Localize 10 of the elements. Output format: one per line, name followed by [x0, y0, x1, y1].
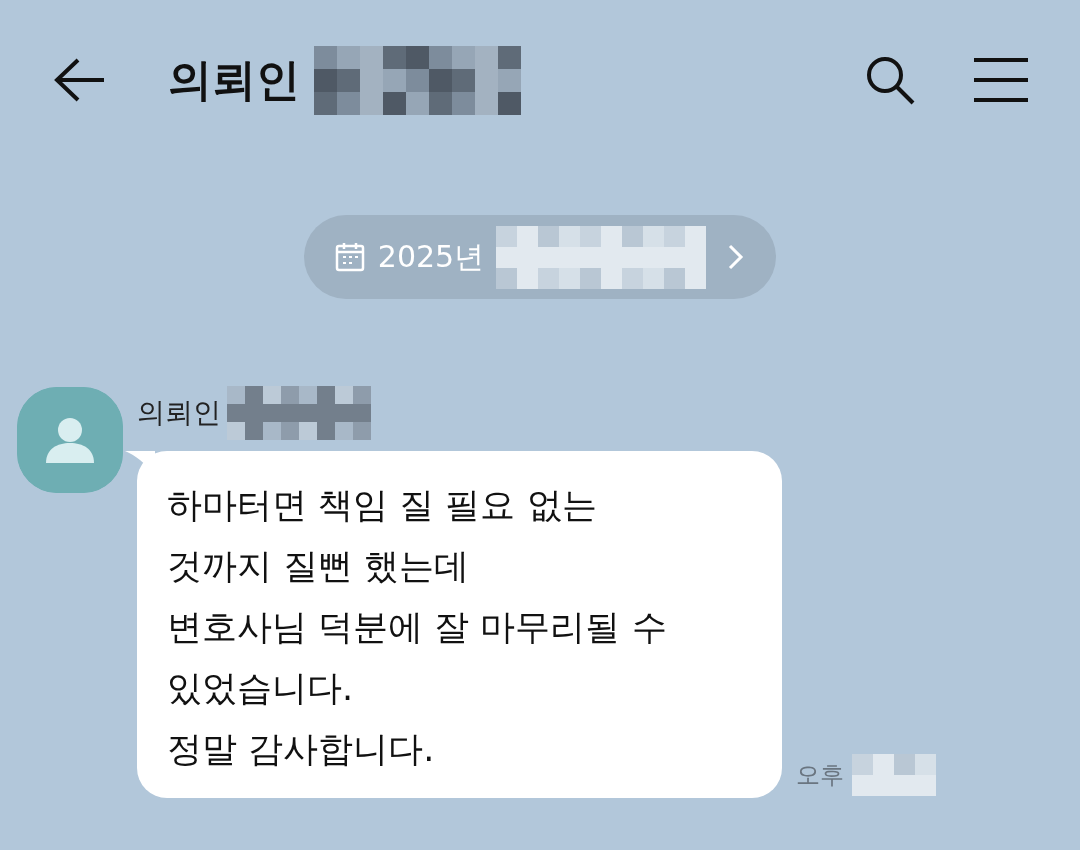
menu-icon[interactable] [972, 57, 1030, 103]
date-label: 2025년 [377, 237, 485, 276]
message-time: 오후 [796, 760, 844, 791]
message-text: 하마터면 책임 질 필요 없는 것까지 질뻔 했는데 변호사님 덕분에 잘 마무리될 수 있었습니다. 정말 감사합니다. [167, 485, 667, 769]
sender-name: 의뢰인 [137, 395, 221, 431]
chat-title: 의뢰인 [168, 52, 300, 107]
date-pill[interactable]: 2025년 [303, 215, 777, 299]
search-icon[interactable] [864, 54, 916, 106]
avatar-icon [17, 387, 123, 493]
calendar-icon [333, 241, 366, 273]
